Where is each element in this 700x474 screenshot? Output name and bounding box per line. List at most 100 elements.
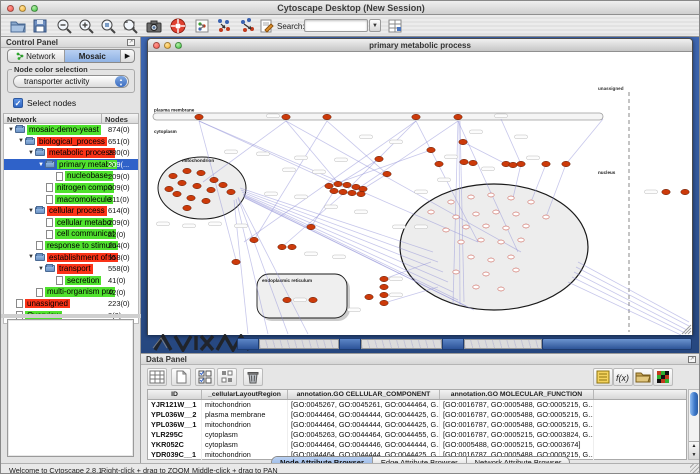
graph-node-small[interactable] bbox=[458, 240, 464, 244]
graph-node[interactable] bbox=[357, 191, 365, 196]
combobox-stepper-icon[interactable]: ▲▼ bbox=[115, 76, 127, 87]
tab-mosaic[interactable]: Mosaic bbox=[65, 50, 122, 62]
new-attribute-icon[interactable] bbox=[171, 368, 191, 386]
node-color-combobox[interactable]: transporter activity ▲▼ bbox=[13, 75, 129, 88]
table-scrollbar[interactable]: ▲▼ bbox=[688, 389, 700, 460]
column-header[interactable]: ID bbox=[148, 390, 202, 399]
scrollbar-thumb[interactable] bbox=[690, 392, 698, 416]
plasma-membrane-region[interactable] bbox=[153, 113, 603, 120]
endoplasmic-reticulum-region[interactable]: endoplasmic reticulum bbox=[257, 274, 350, 321]
open-folder-icon[interactable] bbox=[633, 368, 653, 386]
column-header[interactable]: annotation.GO MOLECULAR_FUNCTION bbox=[440, 390, 594, 399]
tree-expand-arrow-icon[interactable]: ▼ bbox=[27, 150, 35, 156]
tree-row[interactable]: ▼biological_process651(0) bbox=[4, 136, 138, 148]
graph-node-small[interactable] bbox=[523, 224, 529, 228]
tree-row[interactable]: ▼transport558(0) bbox=[4, 263, 138, 275]
graph-node[interactable] bbox=[380, 284, 388, 289]
network-window-titlebar[interactable]: primary metabolic process bbox=[148, 39, 692, 52]
graph-node-small[interactable] bbox=[503, 226, 509, 230]
graph-node-small[interactable] bbox=[428, 210, 434, 214]
tree-expand-arrow-icon[interactable]: ▼ bbox=[37, 162, 45, 168]
tab-network[interactable]: Network bbox=[8, 50, 65, 62]
tree-expand-arrow-icon[interactable]: ▼ bbox=[27, 208, 35, 214]
graph-node[interactable] bbox=[288, 244, 296, 249]
app-titlebar[interactable]: Cytoscape Desktop (New Session) bbox=[1, 1, 700, 15]
graph-node[interactable] bbox=[427, 147, 435, 152]
graph-node[interactable] bbox=[454, 114, 462, 119]
column-header[interactable]: _cellularLayoutRegion bbox=[202, 390, 288, 399]
graph-node[interactable] bbox=[165, 186, 173, 191]
tree-expand-arrow-icon[interactable]: ▼ bbox=[17, 138, 25, 144]
table-row[interactable]: YLR295Ccytoplasm[GO:0045263, GO:0044464,… bbox=[148, 430, 686, 440]
graph-node[interactable] bbox=[195, 114, 203, 119]
import-table-icon[interactable] bbox=[386, 17, 404, 35]
tree-header-nodes[interactable]: Nodes bbox=[102, 114, 131, 123]
graph-node[interactable] bbox=[375, 156, 383, 161]
background-window-titlebar[interactable] bbox=[361, 339, 442, 349]
graph-node[interactable] bbox=[383, 171, 391, 176]
delete-attribute-trash-icon[interactable] bbox=[243, 368, 263, 386]
graph-node-small[interactable] bbox=[453, 270, 459, 274]
graph-node[interactable] bbox=[250, 237, 258, 242]
nucleus-region[interactable] bbox=[400, 184, 588, 310]
graph-node-small[interactable] bbox=[483, 224, 489, 228]
heatmap-icon[interactable] bbox=[653, 368, 673, 386]
tree-row[interactable]: nitrogen compo209(0) bbox=[4, 182, 138, 194]
search-input[interactable] bbox=[304, 19, 368, 32]
select-attributes-icon[interactable] bbox=[195, 368, 215, 386]
graph-node-small[interactable] bbox=[468, 195, 474, 199]
tree-row[interactable]: response to stimulu264(0) bbox=[4, 240, 138, 252]
graph-node[interactable] bbox=[459, 139, 467, 144]
graph-node[interactable] bbox=[193, 183, 201, 188]
graph-node[interactable] bbox=[187, 195, 195, 200]
graph-node-small[interactable] bbox=[488, 258, 494, 262]
graph-node-small[interactable] bbox=[518, 238, 524, 242]
graph-node[interactable] bbox=[325, 183, 333, 188]
graph-node-small[interactable] bbox=[448, 200, 454, 204]
graph-node[interactable] bbox=[197, 170, 205, 175]
search-dropdown-icon[interactable]: ▼ bbox=[369, 19, 381, 32]
graph-node-small[interactable] bbox=[453, 215, 459, 219]
save-icon[interactable] bbox=[31, 17, 49, 35]
graph-node[interactable] bbox=[662, 189, 670, 194]
graph-node[interactable] bbox=[412, 114, 420, 119]
graph-node-small[interactable] bbox=[493, 210, 499, 214]
zoom-in-icon[interactable] bbox=[77, 17, 95, 35]
tree-row[interactable]: ▼establishment of lo558(0) bbox=[4, 252, 138, 264]
formula-fx-icon[interactable]: f(x) bbox=[613, 368, 633, 386]
graph-node[interactable] bbox=[278, 244, 286, 249]
graph-node[interactable] bbox=[330, 188, 338, 193]
graph-node[interactable] bbox=[435, 161, 443, 166]
graph-node[interactable] bbox=[210, 177, 218, 182]
tree-row[interactable]: ▼primary metabo209(... bbox=[4, 159, 138, 171]
tree-row[interactable]: cellular metabo209(0) bbox=[4, 217, 138, 229]
window-resize-grip[interactable] bbox=[690, 464, 700, 474]
tree-row[interactable]: ▼metabolic process280(0) bbox=[4, 147, 138, 159]
graph-node[interactable] bbox=[309, 297, 317, 302]
graph-node[interactable] bbox=[202, 198, 210, 203]
graph-node[interactable] bbox=[207, 187, 215, 192]
open-icon[interactable] bbox=[9, 17, 27, 35]
graph-node-small[interactable] bbox=[513, 212, 519, 216]
help-lifesaver-icon[interactable] bbox=[169, 17, 187, 35]
column-header[interactable]: annotation.GO CELLULAR_COMPONENT bbox=[288, 390, 440, 399]
graph-node-small[interactable] bbox=[543, 215, 549, 219]
graph-node-small[interactable] bbox=[508, 255, 514, 259]
tree-expand-arrow-icon[interactable]: ▼ bbox=[27, 254, 35, 260]
graph-node[interactable] bbox=[307, 224, 315, 229]
graph-node[interactable] bbox=[380, 300, 388, 305]
tree-row[interactable]: ▼mosaic-demo-yeast874(0) bbox=[4, 124, 138, 136]
float-panel-icon[interactable]: ↗ bbox=[127, 39, 135, 46]
zoom-selected-icon[interactable] bbox=[99, 17, 117, 35]
graph-node[interactable] bbox=[460, 159, 468, 164]
background-window-titlebar[interactable] bbox=[464, 339, 542, 349]
tree-row[interactable]: multi-organism pro42(0) bbox=[4, 286, 138, 298]
background-window-tab[interactable] bbox=[237, 338, 259, 350]
graph-node[interactable] bbox=[517, 161, 525, 166]
graph-node[interactable] bbox=[348, 190, 356, 195]
graph-node[interactable] bbox=[339, 189, 347, 194]
tree-header-network[interactable]: Network bbox=[4, 114, 102, 123]
attribute-matrix-icon[interactable] bbox=[147, 368, 167, 386]
graph-node-small[interactable] bbox=[463, 225, 469, 229]
snapshot-camera-icon[interactable] bbox=[145, 17, 163, 35]
